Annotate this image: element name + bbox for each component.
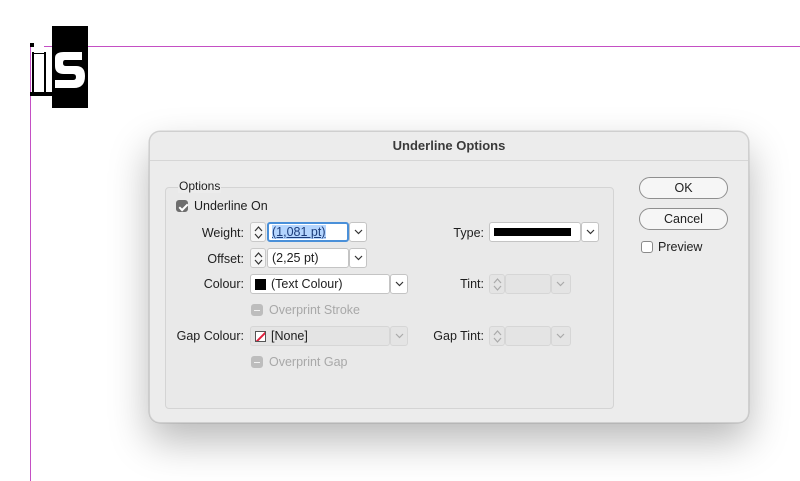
tint-input[interactable] [505,274,551,294]
gap-tint-label: Gap Tint: [433,329,484,343]
weight-label: Weight: [201,226,244,240]
options-group [165,187,614,409]
gap-colour-label: Gap Colour: [176,329,244,343]
weight-dropdown[interactable] [349,222,367,242]
colour-dropdown[interactable] [390,274,408,294]
gap-colour-value: [None] [271,329,308,343]
margin-guide-horizontal [30,46,800,47]
offset-input[interactable]: (2,25 pt) [267,248,349,268]
gap-colour-dropdown[interactable] [390,326,408,346]
tint-stepper[interactable] [489,274,505,294]
type-dropdown[interactable] [581,222,599,242]
document-text-is[interactable]: is [30,26,88,108]
type-label: Type: [453,226,484,240]
cancel-button[interactable]: Cancel [639,208,728,230]
offset-value: (2,25 pt) [272,251,319,265]
gap-tint-dropdown[interactable] [551,326,571,346]
offset-label: Offset: [207,252,244,266]
tint-dropdown[interactable] [551,274,571,294]
none-swatch-icon [255,331,266,342]
type-select[interactable] [489,222,581,242]
gap-tint-stepper[interactable] [489,326,505,346]
text-colour-swatch [255,279,266,290]
colour-label: Colour: [203,277,244,291]
gap-colour-select[interactable]: [None] [250,326,390,346]
offset-stepper[interactable] [250,248,266,268]
underline-on-label[interactable]: Underline On [194,199,268,213]
margin-guide-vertical [30,46,31,481]
overprint-stroke-label: Overprint Stroke [269,303,361,317]
preview-label[interactable]: Preview [658,240,702,254]
weight-value: (1,081 pt) [272,225,326,239]
offset-dropdown[interactable] [349,248,367,268]
gap-tint-input[interactable] [505,326,551,346]
ok-button[interactable]: OK [639,177,728,199]
preview-checkbox[interactable] [641,241,653,253]
options-group-label: Options [178,179,222,193]
colour-value: (Text Colour) [271,277,343,291]
overprint-stroke-checkbox[interactable] [251,304,263,316]
colour-select[interactable]: (Text Colour) [250,274,390,294]
dialog-titlebar[interactable]: Underline Options [150,132,748,161]
underline-on-checkbox[interactable] [176,200,188,212]
overprint-gap-checkbox[interactable] [251,356,263,368]
weight-input[interactable]: (1,081 pt) [267,222,349,242]
weight-stepper[interactable] [250,222,266,242]
dialog-title: Underline Options [392,138,506,153]
overprint-gap-label: Overprint Gap [269,355,348,369]
underline-options-dialog: Underline Options Options Underline On W… [149,131,749,423]
solid-line-icon [494,228,571,236]
tint-label: Tint: [460,277,484,291]
